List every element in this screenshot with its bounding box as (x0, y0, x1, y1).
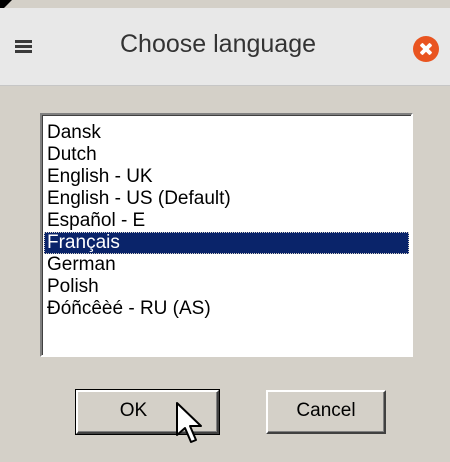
dialog-title: Choose language (120, 30, 316, 58)
close-icon[interactable] (413, 36, 439, 62)
title-bar: Choose language (0, 8, 450, 86)
ok-button-label: OK (119, 400, 148, 421)
language-listbox[interactable]: Dansk Dutch English - UK English - US (D… (40, 113, 413, 357)
choose-language-dialog: Choose language Dansk Dutch English - UK… (0, 0, 450, 462)
hamburger-menu-icon[interactable] (15, 40, 32, 54)
cancel-button-label: Cancel (296, 400, 356, 421)
language-item-dutch[interactable]: Dutch (44, 144, 409, 166)
language-item-francais[interactable]: Français (44, 232, 409, 254)
language-item-dansk[interactable]: Dansk (44, 122, 409, 144)
language-item-english-uk[interactable]: English - UK (44, 166, 409, 188)
language-item-german[interactable]: German (44, 254, 409, 276)
language-item-english-us[interactable]: English - US (Default) (44, 188, 409, 210)
ok-button[interactable]: OK (75, 389, 220, 435)
language-item-russian[interactable]: Ðóñcêèé - RU (AS) (44, 298, 409, 320)
cancel-button[interactable]: Cancel (266, 390, 386, 434)
language-item-espanol[interactable]: Español - E (44, 210, 409, 232)
language-item-polish[interactable]: Polish (44, 276, 409, 298)
